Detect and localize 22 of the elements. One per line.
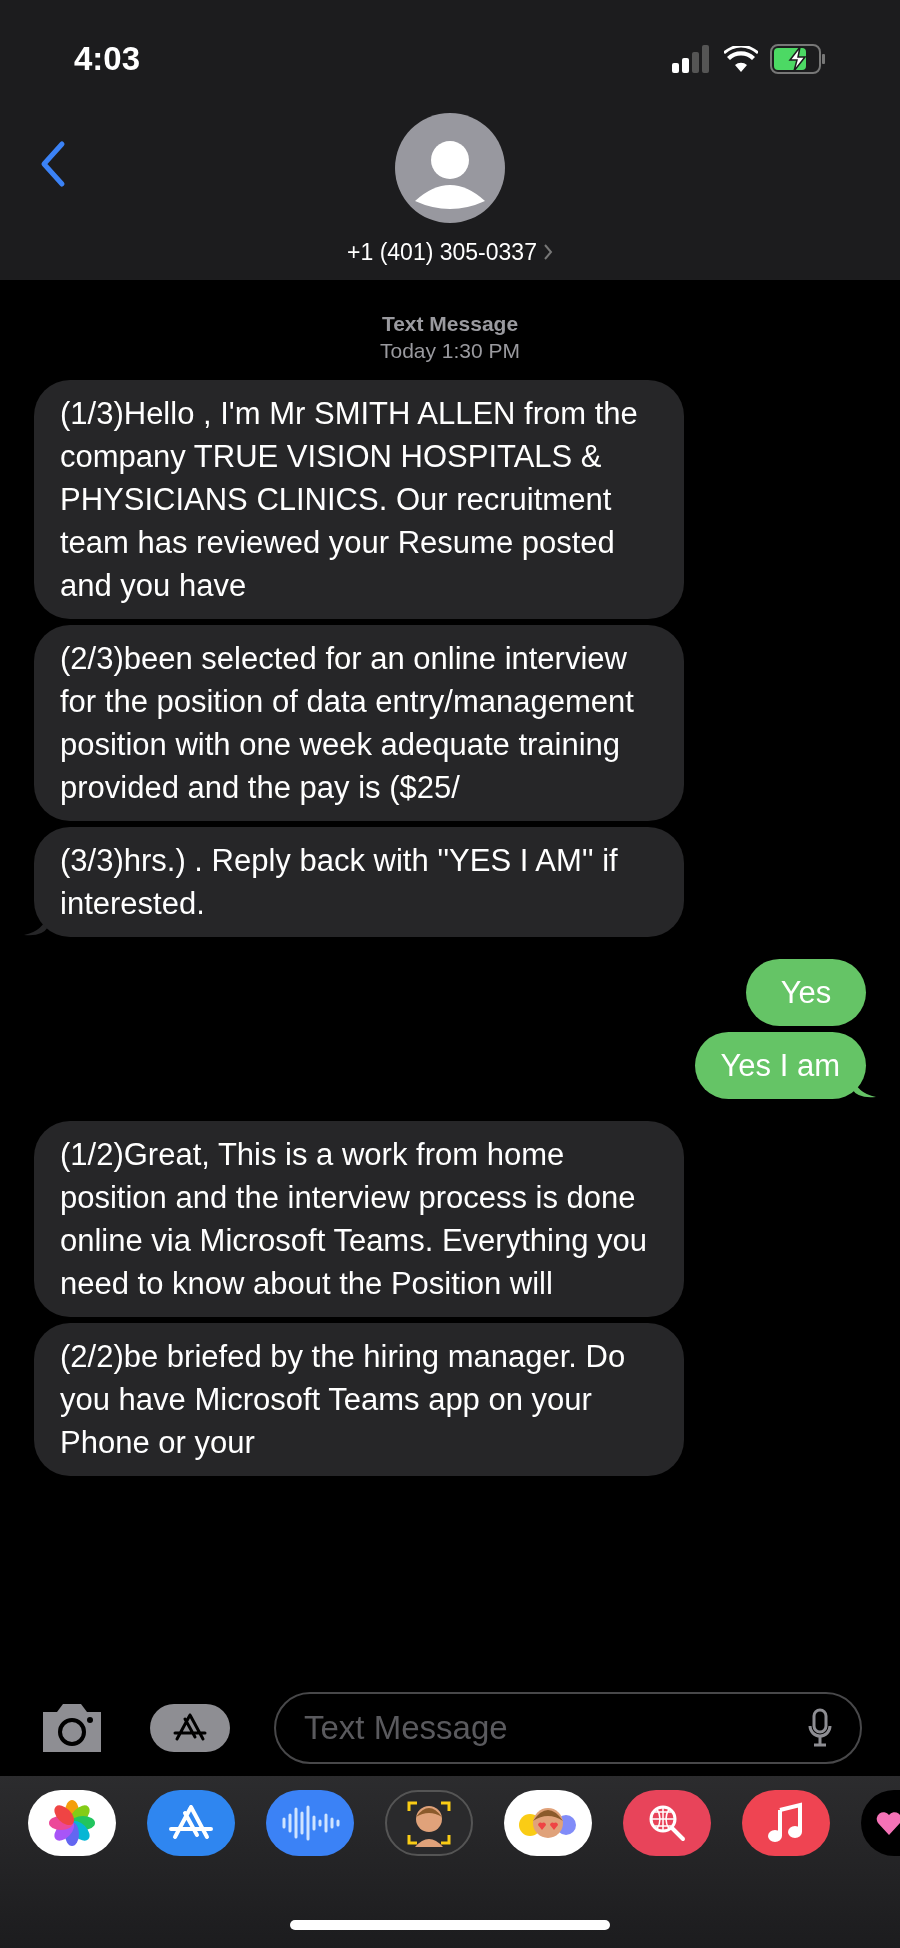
signal-icon bbox=[672, 44, 712, 73]
timestamp: Today 1:30 PM bbox=[379, 338, 521, 364]
contact-name-link[interactable]: +1 (401) 305-0337 bbox=[347, 235, 553, 270]
message-input-field[interactable]: Text Message bbox=[274, 1692, 862, 1764]
received-message-bubble: (3/3)hrs.) . Reply back with ''YES I AM'' if interested. bbox=[34, 827, 684, 937]
sent-message-bubble: Yes I am bbox=[694, 1032, 866, 1099]
music-note-icon bbox=[768, 1802, 804, 1844]
heart-icon bbox=[875, 1809, 900, 1837]
service-label: Text Message bbox=[381, 311, 519, 337]
app-store-button[interactable] bbox=[150, 1704, 230, 1752]
received-message-bubble: (2/2)be briefed by the hiring manager. Do you have Microsoft Teams app on your Phone or your bbox=[34, 1323, 684, 1476]
sent-message-bubble: Yes bbox=[746, 959, 866, 1026]
received-message-bubble: (2/3)been selected for an online interview for the position of data entry/management position with one week adequate training provided and the pay is ($25/ bbox=[34, 625, 684, 821]
microphone-icon[interactable] bbox=[808, 1708, 832, 1748]
chevron-icon bbox=[542, 243, 553, 262]
wifi-icon bbox=[724, 45, 758, 72]
received-message-bubble: (1/2)Great, This is a work from home position and the interview process is done online via Microsoft Teams. Everything you need to know about the Position will bbox=[34, 1121, 684, 1317]
flower-icon bbox=[48, 1799, 96, 1847]
battery-charging-icon bbox=[770, 43, 826, 74]
clock-time: 4:03 bbox=[74, 39, 141, 79]
contact-avatar-icon[interactable] bbox=[395, 113, 505, 223]
received-message-bubble: (1/3)Hello , I'm Mr SMITH ALLEN from the company TRUE VISION HOSPITALS & PHYSICIANS CLINICS. Our recruitment team has reviewed your Resume posted and you have bbox=[34, 380, 684, 619]
